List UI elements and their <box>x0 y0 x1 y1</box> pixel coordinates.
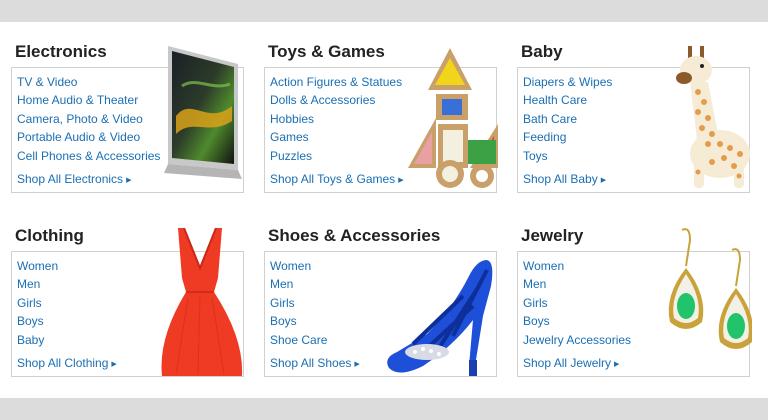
caret-right-icon: ▶ <box>398 177 404 184</box>
category-link-list: Action Figures & Statues Dolls & Accesso… <box>270 73 402 165</box>
caret-right-icon: ▶ <box>126 177 132 184</box>
category-baby: Baby Diapers & Wipes Health Care Bath Ca… <box>517 42 750 193</box>
shop-all-label: Shop All Clothing <box>17 356 109 370</box>
category-link[interactable]: Home Audio & Theater <box>17 91 160 109</box>
category-link[interactable]: Dolls & Accessories <box>270 91 402 109</box>
category-link[interactable]: Portable Audio & Video <box>17 128 160 146</box>
category-link[interactable]: Boys <box>523 312 631 330</box>
category-link[interactable]: Boys <box>17 312 58 330</box>
category-link[interactable]: Girls <box>17 294 58 312</box>
caret-right-icon: ▶ <box>600 177 607 184</box>
category-title: Jewelry <box>521 226 584 245</box>
category-link[interactable]: Health Care <box>523 91 612 109</box>
caret-right-icon: ▶ <box>614 361 620 368</box>
category-electronics: Electronics TV & Video Home Audio & Thea… <box>11 42 244 193</box>
category-jewelry: Jewelry Women Men Girls Boys Jewelry Acc… <box>517 226 752 377</box>
category-link[interactable]: Men <box>270 275 327 293</box>
category-link[interactable]: Girls <box>270 294 327 312</box>
red-dress-image <box>161 228 243 376</box>
category-link[interactable]: Puzzles <box>270 147 402 165</box>
category-link[interactable]: Women <box>270 257 327 275</box>
category-link[interactable]: Games <box>270 128 402 146</box>
green-earrings-image <box>668 228 752 349</box>
category-link[interactable]: Bath Care <box>523 110 612 128</box>
category-title: Electronics <box>15 42 107 61</box>
shop-all-link[interactable]: Shop All Electronics ▶ <box>17 172 131 186</box>
category-title: Shoes & Accessories <box>268 226 441 245</box>
wooden-blocks-image <box>408 48 498 188</box>
laptop-image <box>164 46 242 179</box>
shop-all-link[interactable]: Shop All Jewelry ▶ <box>523 356 619 370</box>
category-link[interactable]: TV & Video <box>17 73 160 91</box>
caret-right-icon: ▶ <box>354 361 360 368</box>
category-link-list: TV & Video Home Audio & Theater Camera, … <box>17 73 160 165</box>
category-link[interactable]: Toys <box>523 147 612 165</box>
shop-all-link[interactable]: Shop All Toys & Games ▶ <box>270 172 404 186</box>
shop-all-label: Shop All Electronics <box>17 172 124 186</box>
category-link[interactable]: Cell Phones & Accessories <box>17 147 160 165</box>
category-link[interactable]: Girls <box>523 294 631 312</box>
category-link[interactable]: Camera, Photo & Video <box>17 110 160 128</box>
shop-all-link[interactable]: Shop All Shoes ▶ <box>270 356 360 370</box>
category-link[interactable]: Jewelry Accessories <box>523 331 631 349</box>
category-link-list: Women Men Girls Boys Shoe Care <box>270 257 327 349</box>
toy-giraffe-image <box>676 46 750 188</box>
shop-all-link[interactable]: Shop All Baby ▶ <box>523 172 606 186</box>
shop-all-label: Shop All Shoes <box>270 356 352 370</box>
category-title: Baby <box>521 42 563 61</box>
category-clothing: Clothing Women Men Girls Boys Baby Shop … <box>11 226 244 377</box>
category-title: Clothing <box>15 226 84 245</box>
category-link[interactable]: Women <box>17 257 58 275</box>
category-link[interactable]: Women <box>523 257 631 275</box>
shop-all-label: Shop All Jewelry <box>523 356 612 370</box>
category-link[interactable]: Hobbies <box>270 110 402 128</box>
category-link-list: Women Men Girls Boys Jewelry Accessories <box>523 257 631 349</box>
category-link[interactable]: Men <box>17 275 58 293</box>
category-link-list: Diapers & Wipes Health Care Bath Care Fe… <box>523 73 612 165</box>
category-shoes-accessories: Shoes & Accessories Women Men Girls Boys… <box>264 226 497 377</box>
shop-all-link[interactable]: Shop All Clothing ▶ <box>17 356 117 370</box>
category-panel: Electronics TV & Video Home Audio & Thea… <box>0 22 768 398</box>
category-toys-games: Toys & Games Action Figures & Statues Do… <box>264 42 498 193</box>
caret-right-icon: ▶ <box>111 361 117 368</box>
category-title: Toys & Games <box>268 42 385 61</box>
category-link[interactable]: Diapers & Wipes <box>523 73 612 91</box>
category-link[interactable]: Feeding <box>523 128 612 146</box>
category-link[interactable]: Action Figures & Statues <box>270 73 402 91</box>
category-link[interactable]: Boys <box>270 312 327 330</box>
shop-all-label: Shop All Baby <box>523 172 598 186</box>
category-link-list: Women Men Girls Boys Baby <box>17 257 58 349</box>
category-link[interactable]: Men <box>523 275 631 293</box>
category-link[interactable]: Shoe Care <box>270 331 327 349</box>
blue-heel-image <box>387 260 493 376</box>
shop-all-label: Shop All Toys & Games <box>270 172 396 186</box>
category-link[interactable]: Baby <box>17 331 58 349</box>
